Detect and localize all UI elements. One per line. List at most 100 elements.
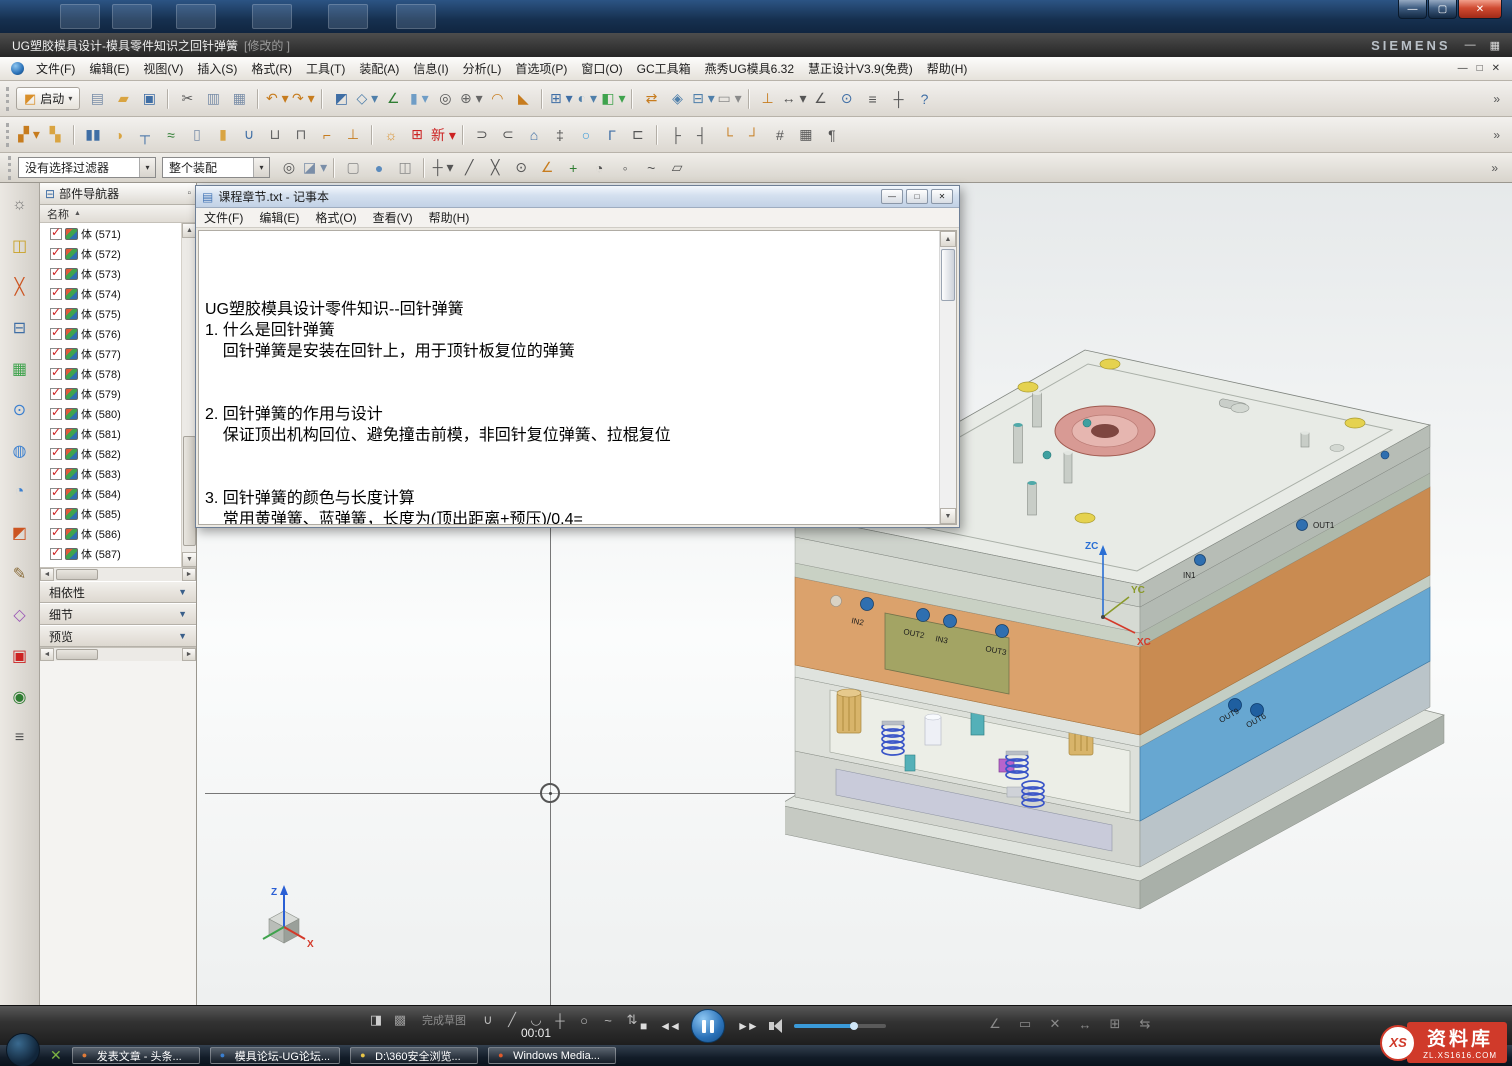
slot-icon[interactable]: ∪ <box>237 123 261 147</box>
navigator-section-bar[interactable]: 预览 ▼ <box>40 625 196 647</box>
intersection-point-icon[interactable]: ∠ <box>535 156 559 180</box>
selection-scope-dropdown[interactable]: 整个装配 ▾ <box>162 157 270 178</box>
tree-item-label[interactable]: 体 (578) <box>81 366 121 382</box>
visibility-checkbox[interactable]: ✓ <box>50 388 62 400</box>
scrollbar-thumb[interactable] <box>56 569 98 580</box>
tree-item-body[interactable]: ✓ 体 (584) <box>40 484 181 504</box>
scroll-right-icon[interactable]: ► <box>182 568 196 581</box>
window-minimize-button[interactable]: — <box>1398 0 1427 19</box>
taskbar-app-button[interactable]: ● Windows Media... <box>488 1047 616 1064</box>
tree-item-label[interactable]: 体 (575) <box>81 306 121 322</box>
tree-item-body[interactable]: ✓ 体 (576) <box>40 324 181 344</box>
pattern-component-icon[interactable]: ⊟ ▾ <box>691 87 715 111</box>
angle-tool-icon[interactable]: ∠ <box>985 1014 1005 1034</box>
tee-slot-icon[interactable]: ┬ <box>133 123 157 147</box>
tree-item-body[interactable]: ✓ 体 (579) <box>40 384 181 404</box>
notepad-menu-item[interactable]: 编辑(E) <box>251 207 307 228</box>
rib-icon[interactable]: ⊥ <box>341 123 365 147</box>
app-layout-grid-icon[interactable]: ▦ <box>1490 39 1500 52</box>
point-icon[interactable]: ┼ <box>550 1010 570 1030</box>
tree-item-label[interactable]: 体 (585) <box>81 506 121 522</box>
visibility-checkbox[interactable]: ✓ <box>50 528 62 540</box>
circle-icon[interactable]: ○ <box>574 1010 594 1030</box>
notepad-menu-item[interactable]: 帮助(H) <box>421 207 478 228</box>
layer-settings-icon[interactable]: ≡ <box>861 87 885 111</box>
history-icon[interactable]: ◔ <box>8 480 32 504</box>
visibility-checkbox[interactable]: ✓ <box>50 348 62 360</box>
tree-item-label[interactable]: 体 (571) <box>81 226 121 242</box>
clamp-icon[interactable]: ⊂ <box>496 123 520 147</box>
assembly-navigator-icon[interactable]: ◫ <box>8 234 32 258</box>
scroll-left-icon[interactable]: ◄ <box>40 568 54 581</box>
corner-br-icon[interactable]: ┘ <box>742 123 766 147</box>
slide-icon[interactable]: ⊏ <box>626 123 650 147</box>
assembly-constraints-icon[interactable]: ◈ <box>665 87 689 111</box>
volume-speaker-icon[interactable] <box>769 1019 782 1033</box>
new-part-icon[interactable]: ▤ <box>85 87 109 111</box>
open-icon[interactable]: ▰ <box>111 87 135 111</box>
notepad-close-button[interactable]: ✕ <box>931 189 953 204</box>
visibility-checkbox[interactable]: ✓ <box>50 368 62 380</box>
boss-icon[interactable]: ⊓ <box>289 123 313 147</box>
part-navigator-icon[interactable]: ⊟ <box>8 316 32 340</box>
roles-icon[interactable]: ✎ <box>8 562 32 586</box>
menu-item[interactable]: 工具(T) <box>299 57 352 80</box>
new-component-icon[interactable]: 新 ▾ <box>431 123 456 147</box>
tree-item-body[interactable]: ✓ 体 (587) <box>40 544 181 564</box>
point-on-face-icon[interactable]: ▱ <box>665 156 689 180</box>
separator[interactable] <box>423 158 425 178</box>
web-browser-icon[interactable]: ◍ <box>8 439 32 463</box>
next-button[interactable]: ►► <box>737 1019 757 1033</box>
separator[interactable] <box>371 125 373 145</box>
tree-item-label[interactable]: 体 (582) <box>81 446 121 462</box>
fit-view-icon[interactable]: ⊞ ▾ <box>549 87 573 111</box>
tree-item-label[interactable]: 体 (577) <box>81 346 121 362</box>
chevron-down-icon[interactable]: ▼ <box>178 631 187 641</box>
menu-item[interactable]: 文件(F) <box>29 57 82 80</box>
visibility-checkbox[interactable]: ✓ <box>50 428 62 440</box>
tree-item-body[interactable]: ✓ 体 (574) <box>40 284 181 304</box>
rectangle-tool-icon[interactable]: ▭ <box>1015 1014 1035 1034</box>
tree-item-label[interactable]: 体 (572) <box>81 246 121 262</box>
selection-filter-dropdown[interactable]: 没有选择过滤器 ▾ <box>18 157 156 178</box>
volume-slider[interactable] <box>794 1024 886 1028</box>
child-restore-icon[interactable]: □ <box>1477 63 1483 74</box>
tree-item-body[interactable]: ✓ 体 (581) <box>40 424 181 444</box>
dashed-box-icon[interactable]: ▢ <box>341 156 365 180</box>
notepad-maximize-button[interactable]: □ <box>906 189 928 204</box>
visibility-checkbox[interactable]: ✓ <box>50 508 62 520</box>
menu-item[interactable]: GC工具箱 <box>630 57 698 80</box>
line-icon[interactable]: ╱ <box>502 1010 522 1030</box>
flange-icon[interactable]: ⌐ <box>315 123 339 147</box>
wave-link-icon[interactable]: ≈ <box>159 123 183 147</box>
lifter-icon[interactable]: Γ <box>600 123 624 147</box>
sketch-icon[interactable]: ∠ <box>381 87 405 111</box>
tree-item-body[interactable]: ✓ 体 (573) <box>40 264 181 284</box>
annotation-icon[interactable]: ¶ <box>820 123 844 147</box>
point-on-curve-icon[interactable]: ~ <box>639 156 663 180</box>
separator[interactable] <box>321 89 323 109</box>
measure-distance-icon[interactable]: ↔ ▾ <box>782 87 807 111</box>
menu-item[interactable]: 帮助(H) <box>920 57 975 80</box>
ruler-right-icon[interactable]: ┤ <box>690 123 714 147</box>
tree-item-body[interactable]: ✓ 体 (583) <box>40 464 181 484</box>
taskbar-app-button[interactable]: ● D:\360安全浏览... <box>350 1047 478 1064</box>
pinned-app-icon[interactable]: ✕ <box>50 1047 62 1064</box>
snap-toggle-icon[interactable]: ┼ <box>887 87 911 111</box>
extend-tool-icon[interactable]: ↔ <box>1075 1014 1095 1034</box>
highlight-icon[interactable]: ◎ <box>277 156 301 180</box>
toolbar-grip[interactable] <box>8 156 13 180</box>
visibility-checkbox[interactable]: ✓ <box>50 468 62 480</box>
tree-item-body[interactable]: ✓ 体 (586) <box>40 524 181 544</box>
redo-icon[interactable]: ↷ ▾ <box>291 87 315 111</box>
app-minimize-icon[interactable]: — <box>1465 39 1476 51</box>
spline-icon[interactable]: ~ <box>598 1010 618 1030</box>
navigator-section-bar[interactable]: 相依性 ▼ <box>40 581 196 603</box>
separator[interactable] <box>167 89 169 109</box>
scroll-down-icon[interactable]: ▼ <box>182 552 196 567</box>
toolbar-overflow-icon[interactable]: » <box>1491 161 1506 175</box>
column-boss-icon[interactable]: ▮ <box>211 123 235 147</box>
edge-blend-icon[interactable]: ◠ <box>485 87 509 111</box>
cut-icon[interactable]: ✂ <box>175 87 199 111</box>
menu-item[interactable]: 视图(V) <box>136 57 190 80</box>
